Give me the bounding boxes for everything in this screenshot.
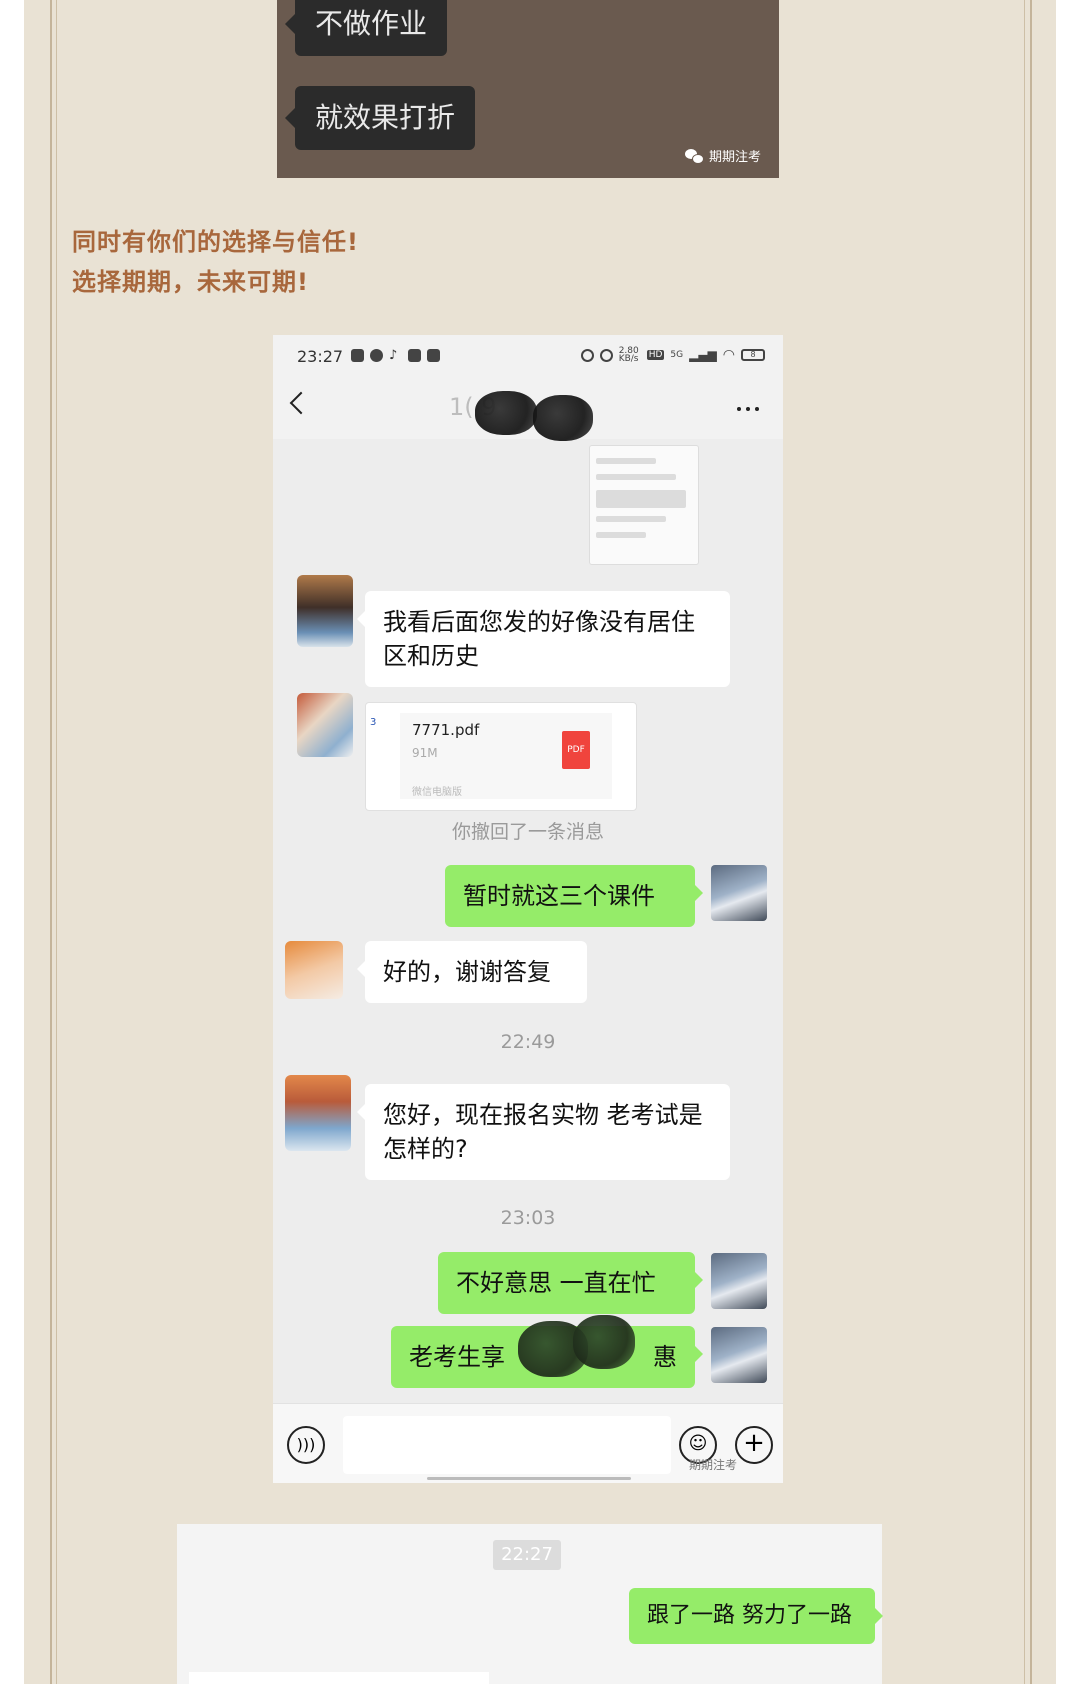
top-chat-image: 不做作业 就效果打折 期期注考 bbox=[277, 0, 779, 178]
image-message-thumbnail[interactable] bbox=[589, 445, 699, 565]
thumbnail-row bbox=[596, 490, 686, 508]
contact-avatar[interactable] bbox=[285, 941, 343, 999]
contact-avatar[interactable] bbox=[297, 575, 353, 647]
notification-icons: ♪ bbox=[351, 349, 440, 362]
play-icon bbox=[408, 349, 421, 362]
chat-nav-bar: 1( 9 bbox=[273, 377, 783, 441]
notification-icon bbox=[370, 349, 383, 362]
more-options-icon[interactable] bbox=[737, 407, 759, 411]
received-message-bubble: 您好，现在报名实物 老考试是怎样的? bbox=[357, 1084, 730, 1180]
sent-message-bubble: 暂时就这三个课件 bbox=[445, 865, 703, 927]
voice-icon[interactable]: ))) bbox=[287, 1426, 325, 1464]
file-source: 微信电脑版 bbox=[412, 787, 462, 798]
status-time: 23:27 bbox=[297, 347, 344, 366]
message-input[interactable] bbox=[343, 1416, 671, 1474]
file-preview: 7771.pdf 91M 微信电脑版 PDF bbox=[400, 713, 612, 799]
recall-notice: 你撤回了一条消息 bbox=[451, 821, 604, 843]
redaction-scribble bbox=[533, 395, 593, 441]
watermark-text: 期期注考 bbox=[708, 150, 761, 165]
net-speed: 2.80 KB/s bbox=[618, 346, 639, 364]
redaction-scribble bbox=[475, 391, 537, 435]
tiktok-icon: ♪ bbox=[389, 348, 398, 363]
thumbnail-row bbox=[596, 516, 666, 522]
caption-line: 同时有你们的选择与信任! bbox=[72, 228, 359, 256]
play-icon bbox=[427, 349, 440, 362]
back-icon[interactable] bbox=[289, 391, 313, 415]
thumbnail-row bbox=[596, 458, 656, 464]
self-avatar[interactable] bbox=[711, 865, 767, 921]
self-avatar[interactable] bbox=[711, 1253, 767, 1309]
watermark-text: 期期注考 bbox=[689, 1458, 738, 1472]
received-message-bubble bbox=[189, 1672, 489, 1692]
contact-avatar[interactable] bbox=[297, 693, 353, 757]
message-text-end: 惠 bbox=[653, 1343, 677, 1371]
wifi-icon: ◠ bbox=[722, 347, 735, 363]
frame-border-left-inner bbox=[56, 0, 57, 1684]
frame-border-left bbox=[50, 0, 52, 1684]
sent-message-bubble: 不好意思 一直在忙 bbox=[438, 1252, 703, 1314]
pdf-icon: PDF bbox=[562, 731, 590, 769]
file-size: 91M bbox=[412, 746, 438, 760]
caption-line: 选择期期，未来可期! bbox=[72, 268, 309, 296]
hd-icon: HD bbox=[646, 350, 665, 360]
alarm-icon bbox=[580, 348, 594, 362]
add-icon[interactable]: + bbox=[735, 1426, 773, 1464]
sent-message-bubble: 跟了一路 努力了一路 bbox=[629, 1588, 883, 1644]
thumbnail-row bbox=[596, 532, 646, 538]
status-bar: 23:27 ♪ 2.80 KB/s HD 5G ▂▄▆ ◠ 8 bbox=[273, 335, 783, 377]
dark-chat-bubble: 不做作业 bbox=[284, 0, 448, 56]
received-message-bubble: 我看后面您发的好像没有居住区和历史 bbox=[357, 591, 730, 687]
timestamp: 22:27 bbox=[493, 1540, 561, 1570]
message-text: 老考生享 bbox=[409, 1343, 505, 1371]
redaction-scribble bbox=[573, 1315, 635, 1369]
timestamp: 23:03 bbox=[500, 1207, 556, 1229]
frame-border-right bbox=[1030, 0, 1032, 1684]
dark-chat-bubble: 就效果打折 bbox=[284, 86, 476, 150]
timestamp: 22:49 bbox=[500, 1031, 556, 1053]
bottom-chat-screenshot: 22:27 跟了一路 努力了一路 bbox=[177, 1524, 883, 1692]
received-message-bubble: 好的，谢谢答复 bbox=[357, 941, 587, 1003]
wechat-icon bbox=[684, 148, 704, 164]
thumbnail-row bbox=[596, 474, 676, 480]
mute-icon bbox=[599, 348, 613, 362]
home-indicator bbox=[427, 1477, 631, 1480]
battery-icon: 8 bbox=[741, 349, 765, 361]
system-status-icons: 2.80 KB/s HD 5G ▂▄▆ ◠ 8 bbox=[580, 346, 765, 364]
file-name: 7771.pdf bbox=[412, 721, 480, 739]
signal-icon: ▂▄▆ bbox=[689, 348, 717, 362]
chat-screenshot: 23:27 ♪ 2.80 KB/s HD 5G ▂▄▆ ◠ 8 1( 9 我看后… bbox=[273, 335, 783, 1483]
network-type: 5G bbox=[670, 350, 684, 360]
watermark: 期期注考 bbox=[684, 146, 761, 165]
file-message-card[interactable]: 3 7771.pdf 91M 微信电脑版 PDF bbox=[365, 702, 637, 811]
self-avatar[interactable] bbox=[711, 1327, 767, 1383]
app-logo-icon: 3 bbox=[370, 717, 377, 728]
contact-avatar[interactable] bbox=[285, 1075, 351, 1151]
notification-icon bbox=[351, 349, 364, 362]
chat-input-bar: ))) ☺ + 期期注考 bbox=[273, 1403, 783, 1483]
frame-border-right-inner bbox=[1024, 0, 1025, 1684]
